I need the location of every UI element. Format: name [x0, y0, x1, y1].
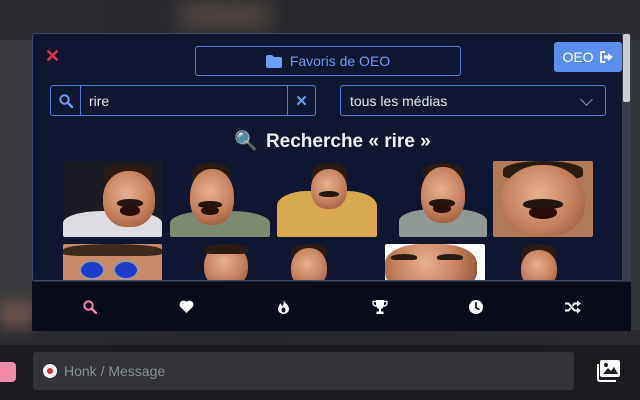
account-label: OEO [562, 49, 594, 65]
close-icon[interactable]: ✕ [45, 47, 60, 65]
media-picker-popup: ✕ Favoris de OEO OEO ✕ tous les médias 🔍… [32, 33, 631, 281]
heart-icon [179, 300, 194, 313]
clown-icon [43, 364, 57, 378]
media-tabs [32, 282, 631, 331]
fire-icon [277, 299, 289, 314]
search-icon[interactable] [51, 86, 81, 115]
message-input[interactable]: Honk / Message [33, 352, 574, 390]
results-title: 🔍 Recherche « rire » [33, 129, 630, 153]
favorites-button[interactable]: Favoris de OEO [195, 46, 461, 76]
side-indicator[interactable] [0, 362, 16, 382]
clock-icon [469, 299, 484, 314]
message-placeholder: Honk / Message [64, 363, 166, 379]
shuffle-icon [564, 300, 581, 313]
results-title-text: Recherche « rire » [265, 131, 431, 152]
sign-out-icon [599, 51, 613, 63]
media-type-selected: tous les médias [350, 92, 448, 109]
media-type-select[interactable]: tous les médias [340, 85, 606, 116]
search-box: ✕ [50, 85, 316, 116]
tab-trending[interactable] [263, 292, 303, 322]
tab-random[interactable] [553, 292, 593, 322]
result-thumbnail[interactable] [493, 161, 593, 237]
search-icon [83, 299, 98, 314]
search-input[interactable] [81, 86, 287, 115]
magnifier-emoji-icon: 🔍 [234, 131, 258, 152]
clear-search-icon[interactable]: ✕ [287, 86, 315, 115]
tab-favorites[interactable] [167, 292, 207, 322]
result-thumbnail[interactable] [170, 244, 270, 280]
result-thumbnail[interactable] [399, 161, 487, 237]
popup-scrollbar-thumb[interactable] [623, 34, 630, 102]
result-thumbnail[interactable] [63, 161, 162, 237]
result-thumbnail[interactable] [277, 244, 377, 280]
account-button[interactable]: OEO [554, 42, 622, 72]
folder-icon [265, 54, 282, 68]
results-grid [33, 160, 630, 280]
result-thumbnail[interactable] [385, 244, 485, 280]
result-thumbnail[interactable] [63, 244, 162, 280]
favorites-label: Favoris de OEO [289, 53, 391, 69]
image-gallery-icon[interactable] [596, 360, 620, 382]
tab-recent[interactable] [456, 292, 496, 322]
result-thumbnail[interactable] [277, 161, 377, 237]
chevron-down-icon [580, 93, 593, 106]
result-thumbnail[interactable] [170, 161, 270, 237]
trophy-icon [372, 299, 388, 314]
result-thumbnail[interactable] [513, 244, 573, 280]
tab-search[interactable] [70, 292, 110, 322]
tab-top[interactable] [360, 292, 400, 322]
